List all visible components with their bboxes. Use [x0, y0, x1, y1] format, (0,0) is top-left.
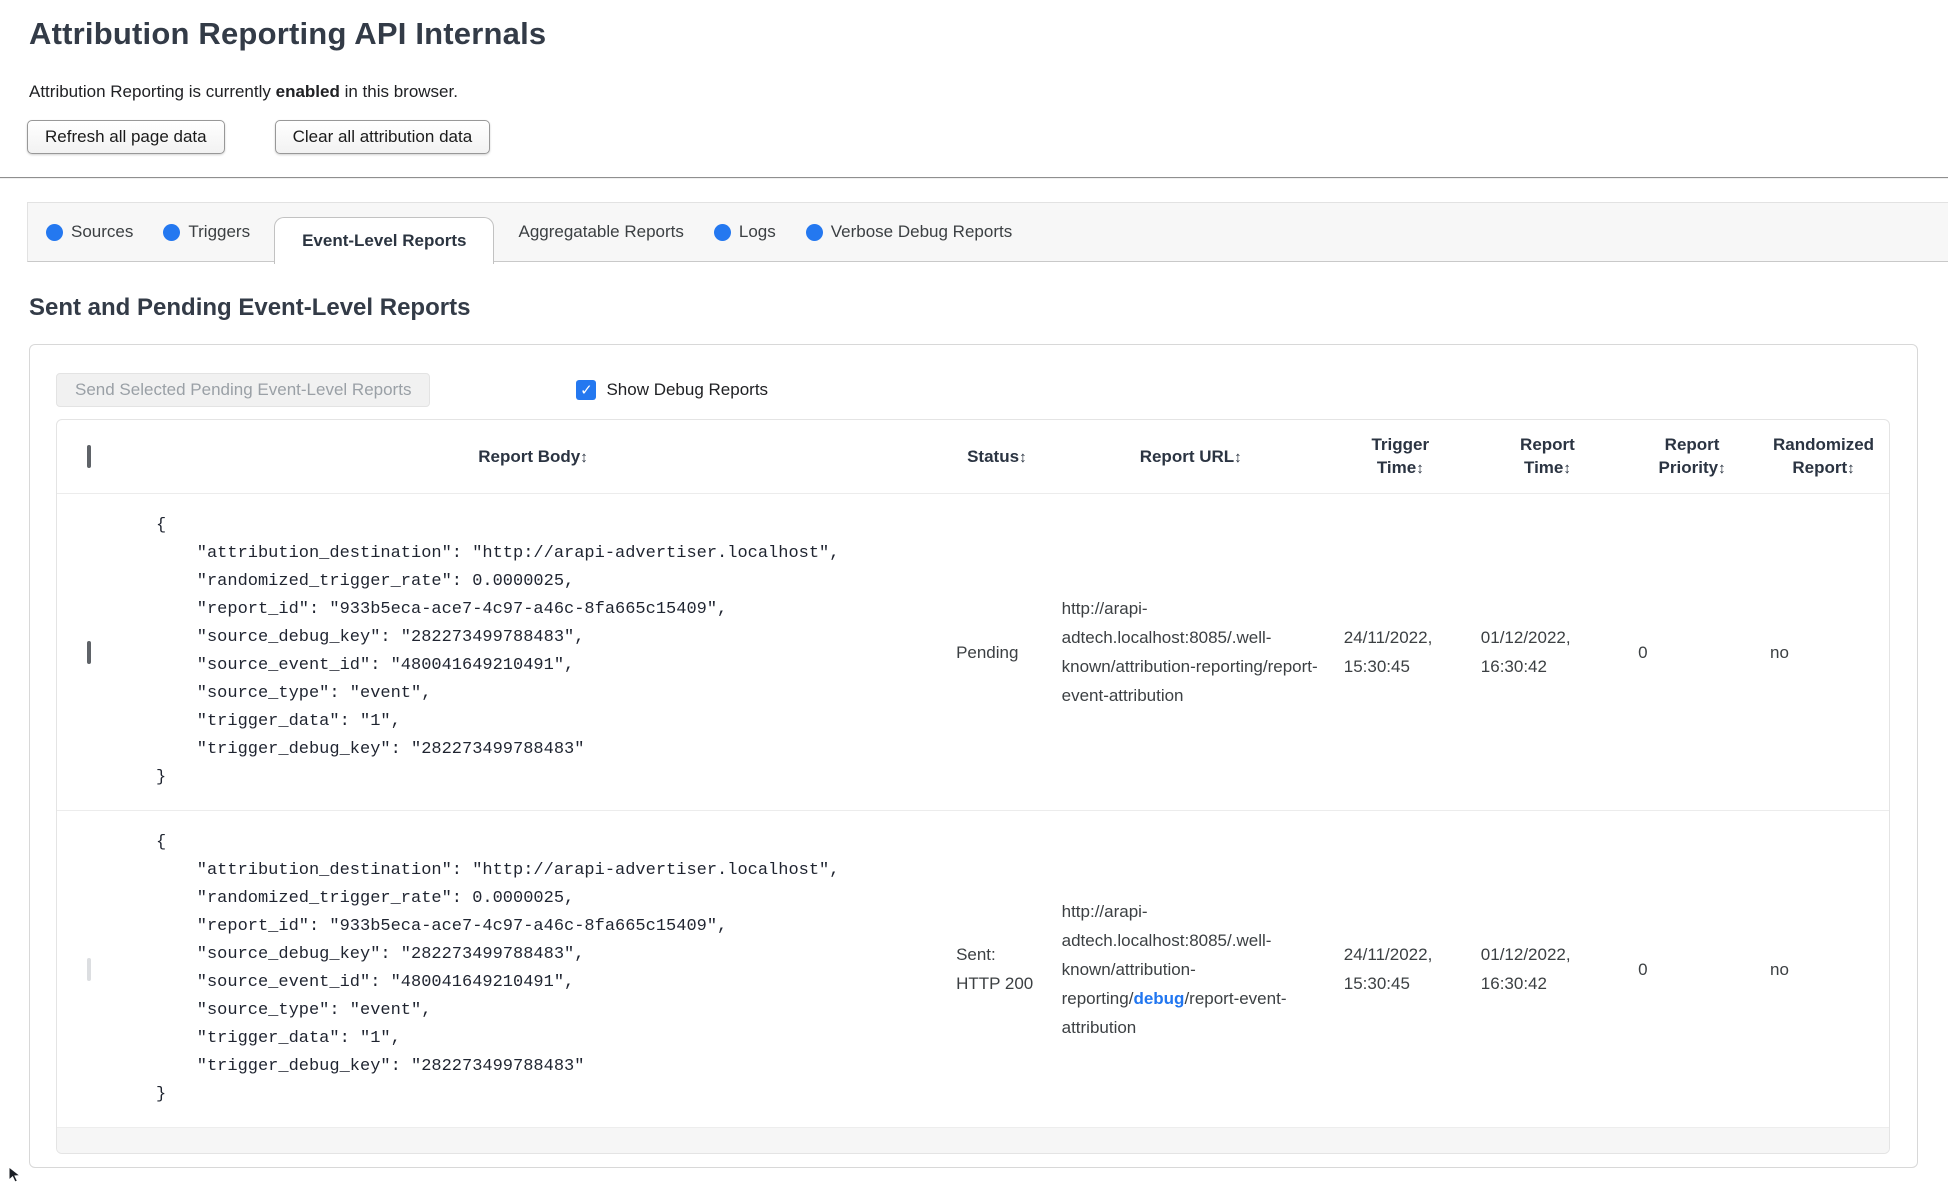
tab-event-level-reports-label: Event-Level Reports — [302, 231, 467, 250]
refresh-all-button[interactable]: Refresh all page data — [27, 120, 225, 154]
reports-table-container: Report Body↕ Status↕ Report URL↕ Trigger… — [56, 419, 1890, 1154]
header-status-label: Status — [967, 446, 1020, 466]
tab-event-level-reports[interactable]: Event-Level Reports — [274, 217, 495, 264]
row-select-checkbox[interactable] — [87, 640, 92, 664]
tab-verbose-debug-reports-label: Verbose Debug Reports — [830, 222, 1013, 241]
show-debug-reports-checkbox[interactable] — [576, 380, 597, 400]
report-time: 01/12/2022, 16:30:42 — [1480, 945, 1571, 993]
tab-strip: Sources Triggers Event-Level Reports Agg… — [27, 202, 1948, 264]
header-status[interactable]: Status↕ — [944, 420, 1050, 494]
sort-icon: ↕ — [580, 448, 588, 466]
trigger-time: 24/11/2022, 15:30:45 — [1343, 628, 1433, 676]
sort-icon: ↕ — [1234, 448, 1242, 466]
tab-sources[interactable]: Sources — [31, 203, 148, 261]
top-button-bar: Refresh all page data Clear all attribut… — [27, 120, 1920, 154]
sort-icon: ↕ — [1718, 460, 1726, 477]
tab-verbose-debug-reports[interactable]: Verbose Debug Reports — [791, 203, 1027, 261]
table-footer — [57, 1127, 1889, 1153]
select-all-checkbox[interactable] — [87, 445, 92, 468]
event-level-reports-panel: Send Selected Pending Event-Level Report… — [29, 344, 1918, 1168]
send-selected-reports-button[interactable]: Send Selected Pending Event-Level Report… — [56, 373, 431, 407]
row-select-checkbox-disabled — [87, 957, 92, 981]
report-priority: 0 — [1638, 642, 1648, 662]
show-debug-reports-label: Show Debug Reports — [606, 380, 769, 399]
status-prefix: Attribution Reporting is currently — [29, 82, 276, 101]
section-heading: Sent and Pending Event-Level Reports — [29, 294, 471, 321]
sort-icon: ↕ — [1847, 460, 1855, 477]
sort-icon: ↕ — [1019, 448, 1027, 466]
reports-toolbar: Send Selected Pending Event-Level Report… — [56, 373, 1890, 407]
logs-dot-icon — [713, 223, 731, 241]
sort-icon: ↕ — [1416, 460, 1424, 477]
tab-logs[interactable]: Logs — [699, 203, 791, 261]
report-body-json: { "attribution_destination": "http://ara… — [155, 516, 840, 787]
header-report-url[interactable]: Report URL↕ — [1050, 420, 1332, 494]
table-header-row: Report Body↕ Status↕ Report URL↕ Trigger… — [57, 420, 1889, 494]
status-enabled: enabled — [275, 82, 340, 101]
header-report-priority[interactable]: Report Priority↕ — [1626, 420, 1758, 494]
table-row: { "attribution_destination": "http://ara… — [57, 810, 1889, 1128]
tab-aggregatable-reports[interactable]: Aggregatable Reports — [503, 203, 698, 261]
header-report-body[interactable]: Report Body↕ — [122, 420, 944, 494]
show-debug-reports-control[interactable]: Show Debug Reports — [576, 380, 768, 400]
header-randomized-report-label: Randomized Report — [1772, 435, 1875, 477]
tab-aggregatable-reports-label: Aggregatable Reports — [518, 222, 684, 241]
triggers-dot-icon — [163, 223, 181, 241]
page-title: Attribution Reporting API Internals — [29, 16, 547, 51]
header-randomized-report[interactable]: Randomized Report↕ — [1758, 420, 1889, 494]
header-report-priority-label: Report Priority — [1658, 435, 1720, 477]
report-priority: 0 — [1638, 959, 1648, 979]
header-report-url-label: Report URL — [1139, 446, 1235, 466]
report-time: 01/12/2022, 16:30:42 — [1480, 628, 1571, 676]
report-url-debug-segment: debug — [1133, 988, 1185, 1008]
tab-triggers-label: Triggers — [188, 222, 251, 241]
status-suffix: in this browser. — [339, 82, 458, 101]
report-status: Sent: HTTP 200 — [956, 945, 1034, 993]
sort-icon: ↕ — [1563, 460, 1571, 477]
trigger-time: 24/11/2022, 15:30:45 — [1343, 945, 1433, 993]
header-divider — [0, 177, 1948, 179]
mouse-cursor-icon — [8, 1166, 22, 1183]
verbose-debug-dot-icon — [805, 223, 823, 241]
tab-triggers[interactable]: Triggers — [148, 203, 265, 261]
header-trigger-time[interactable]: Trigger Time↕ — [1332, 420, 1469, 494]
reports-table: Report Body↕ Status↕ Report URL↕ Trigger… — [57, 420, 1889, 1127]
sources-dot-icon — [46, 223, 63, 241]
report-url: http://arapi-adtech.localhost:8085/.well… — [1050, 811, 1332, 1128]
header-report-time[interactable]: Report Time↕ — [1469, 420, 1626, 494]
clear-all-button[interactable]: Clear all attribution data — [274, 120, 491, 154]
randomized-report: no — [1770, 642, 1789, 662]
tab-sources-label: Sources — [71, 222, 134, 241]
report-status: Pending — [956, 642, 1019, 662]
tab-logs-label: Logs — [738, 222, 776, 241]
report-body-json: { "attribution_destination": "http://ara… — [155, 833, 840, 1104]
randomized-report: no — [1770, 959, 1789, 979]
api-status-text: Attribution Reporting is currently enabl… — [29, 82, 1920, 102]
header-report-body-label: Report Body — [478, 446, 581, 466]
table-row: { "attribution_destination": "http://ara… — [57, 494, 1889, 811]
report-url: http://arapi-adtech.localhost:8085/.well… — [1061, 599, 1318, 705]
